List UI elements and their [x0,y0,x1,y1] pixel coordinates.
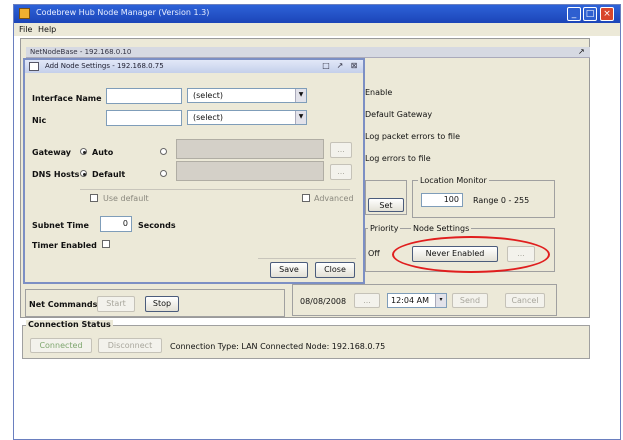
subnet-label: Subnet Time [32,221,89,230]
panel-titlebar: NetNodeBase - 192.168.0.10 ↗ [26,47,590,58]
dns-default-label: Default [92,170,126,179]
panel-title: NetNodeBase - 192.168.0.10 [30,48,132,56]
gateway-label: Gateway [32,148,71,157]
save-button[interactable]: Save [270,262,308,278]
send-button[interactable]: Send [452,293,488,308]
location-range: Range 0 - 255 [473,196,530,205]
opt-log-packets[interactable]: Log packet errors to file [365,132,460,141]
minimize-icon[interactable]: _ [567,7,581,21]
gateway-manual-radio[interactable] [160,148,167,155]
mode-left: Off [368,249,380,258]
dns-label: DNS Hosts [32,170,80,179]
dialog-maximize-icon[interactable]: ↗ [335,61,345,71]
use-default-label: Use default [103,194,149,203]
time-input[interactable]: 12:04 AM ▾ [387,293,447,308]
menu-help[interactable]: Help [38,25,56,34]
gateway-auto-label: Auto [92,148,114,157]
subnet-input[interactable]: 0 [100,216,132,232]
window-title: Codebrew Hub Node Manager (Version 1.3) [36,8,210,17]
advanced-checkbox[interactable] [302,194,310,202]
dialog-minimize-icon[interactable]: □ [321,61,331,71]
use-default-checkbox[interactable] [90,194,98,202]
maximize-icon[interactable]: □ [583,7,597,21]
dialog-titlebar: Add Node Settings - 192.168.0.75 □ ↗ ⊠ [25,60,363,73]
start-button[interactable]: Start [97,296,135,312]
highlight-circle [392,236,550,273]
close-icon[interactable]: × [600,7,614,21]
nic-select[interactable]: (select) ▼ [187,110,307,125]
menu-bar: File Help [14,23,620,36]
nic-label: Nic [32,116,47,125]
connected-button[interactable]: Connected [30,338,92,353]
dialog-app-icon [29,62,39,71]
connection-status-title: Connection Status [26,320,113,329]
gateway-browse-button[interactable]: ... [330,142,352,158]
subnet-unit: Seconds [138,221,176,230]
disconnect-button[interactable]: Disconnect [98,338,162,353]
app-icon [19,8,30,19]
connection-info: Connection Type: LAN Connected Node: 192… [170,342,386,351]
dialog-close-icon[interactable]: ⊠ [349,61,359,71]
date-picker-button[interactable]: ... [354,293,380,308]
interface-name-label: Interface Name [32,94,102,103]
chevron-down-icon: ▼ [295,111,306,124]
set-button[interactable]: Set [368,198,404,212]
location-input[interactable]: 100 [421,193,463,207]
interface-select[interactable]: (select) ▼ [187,88,307,103]
dns-default-radio[interactable] [80,170,87,177]
close-button[interactable]: Close [315,262,355,278]
date-label: 08/08/2008 [300,297,347,306]
gateway-input[interactable] [176,139,324,159]
dns-browse-button[interactable]: ... [330,164,352,180]
panel-resize-icon[interactable]: ↗ [578,47,585,56]
dns-input[interactable] [176,161,324,181]
mode-label: Node Settings [411,224,472,233]
opt-default-gateway[interactable]: Default Gateway [365,110,432,119]
menu-file[interactable]: File [19,25,32,34]
interface-name-input[interactable] [106,88,182,104]
opt-enable[interactable]: Enable [365,88,392,97]
gateway-auto-radio[interactable] [80,148,87,155]
location-label: Location Monitor [418,176,489,185]
cancel-button[interactable]: Cancel [505,293,545,308]
opt-log-errors[interactable]: Log errors to file [365,154,431,163]
dns-manual-radio[interactable] [160,170,167,177]
timer-enabled-checkbox[interactable] [102,240,110,248]
advanced-label: Advanced [314,194,354,203]
timer-enabled-label: Timer Enabled [32,241,97,250]
chevron-down-icon: ▼ [295,89,306,102]
dialog-title: Add Node Settings - 192.168.0.75 [45,62,164,70]
time-spin-icon: ▾ [435,294,446,307]
priority-label: Priority [368,224,401,233]
stop-button[interactable]: Stop [145,296,179,312]
window-titlebar: Codebrew Hub Node Manager (Version 1.3) … [14,5,620,23]
monitor-label: Net Commands [29,300,98,309]
nic-input[interactable] [106,110,182,126]
